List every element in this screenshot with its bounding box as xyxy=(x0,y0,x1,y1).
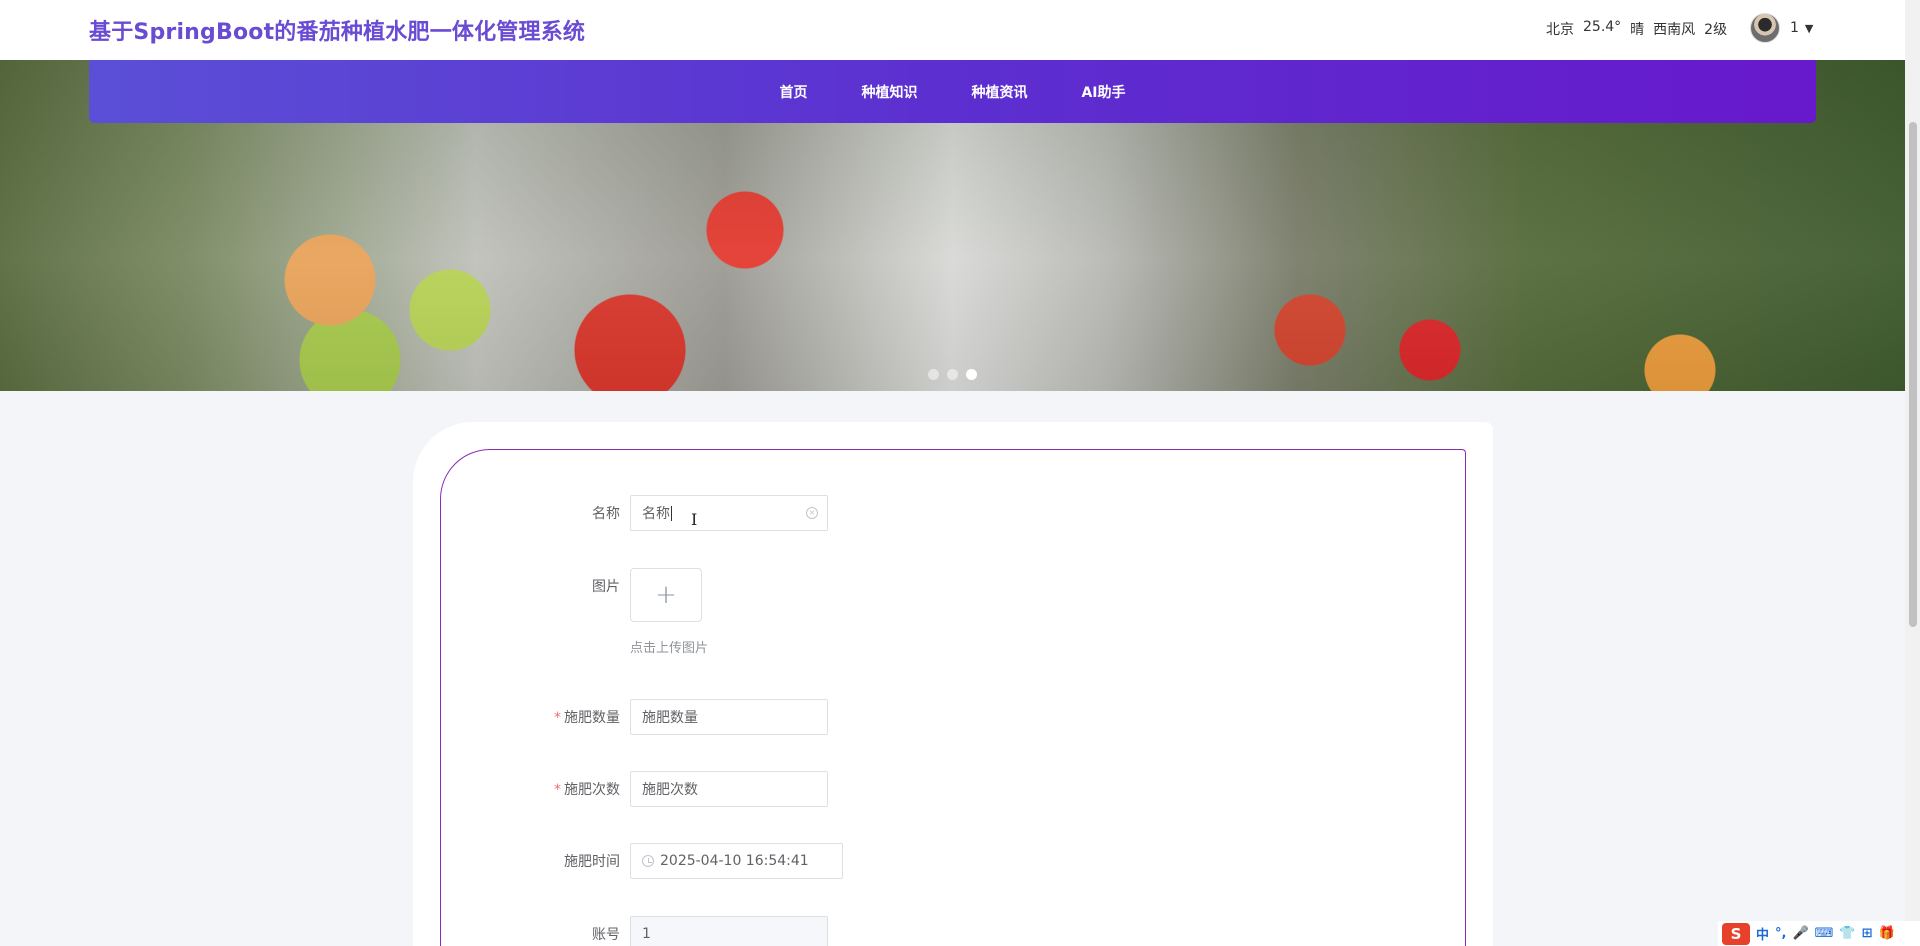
required-mark: * xyxy=(554,710,561,726)
i-beam-cursor-icon: I xyxy=(691,510,698,529)
account-value: 1 xyxy=(642,926,651,942)
text-caret xyxy=(671,505,672,521)
fertilizer-time-value: 2025-04-10 16:54:41 xyxy=(660,853,809,869)
weather-widget: 北京 25.4° 晴 西南风 2级 xyxy=(1546,19,1727,39)
upload-tip: 点击上传图片 xyxy=(630,641,709,656)
nav-item-news[interactable]: 种植资讯 xyxy=(944,82,1054,102)
gift-icon[interactable]: 🎁 xyxy=(1879,926,1895,941)
account-label: 账号 xyxy=(592,927,620,943)
image-label: 图片 xyxy=(592,579,620,595)
fertilizer-count-label: * 施肥次数 xyxy=(440,779,620,799)
top-header: 基于SpringBoot的番茄种植水肥一体化管理系统 北京 25.4° 晴 西南… xyxy=(0,0,1905,60)
carousel-indicators xyxy=(928,369,977,380)
weather-wind-level: 2级 xyxy=(1704,22,1728,38)
clock-icon xyxy=(642,855,654,867)
fertilizer-amount-placeholder: 施肥数量 xyxy=(642,710,698,726)
fertilizer-amount-label-text: 施肥数量 xyxy=(564,710,620,726)
clear-icon[interactable]: × xyxy=(806,507,818,519)
fertilizer-count-label-text: 施肥次数 xyxy=(564,782,620,798)
user-name[interactable]: 1 xyxy=(1790,20,1799,36)
ime-toolbar: S 中 °, 🎤 ⌨ 👕 ⊞ 🎁 xyxy=(1718,921,1920,946)
fertilizer-time-picker[interactable]: 2025-04-10 16:54:41 xyxy=(630,843,843,879)
page-scrollbar[interactable] xyxy=(1905,0,1920,946)
avatar[interactable] xyxy=(1750,13,1780,43)
weather-wind-direction: 西南风 xyxy=(1653,22,1696,38)
microphone-icon[interactable]: 🎤 xyxy=(1792,926,1808,941)
plus-icon: + xyxy=(655,580,677,610)
fertilizer-time-label: 施肥时间 xyxy=(564,854,620,870)
sogou-logo-icon[interactable]: S xyxy=(1722,922,1750,945)
carousel-dot-active[interactable] xyxy=(966,369,977,380)
fertilizer-amount-label: * 施肥数量 xyxy=(440,707,620,727)
carousel-dot[interactable] xyxy=(928,369,939,380)
fertilizer-count-placeholder: 施肥次数 xyxy=(642,782,698,798)
ime-punctuation-icon[interactable]: °, xyxy=(1775,926,1786,941)
site-title: 基于SpringBoot的番茄种植水肥一体化管理系统 xyxy=(89,20,586,45)
nav-item-home[interactable]: 首页 xyxy=(752,82,834,102)
user-menu[interactable]: 1 ▼ xyxy=(1750,13,1813,43)
weather-condition: 晴 xyxy=(1630,22,1645,38)
account-input: 1 xyxy=(630,916,828,946)
name-input[interactable]: 名称 × xyxy=(630,495,828,531)
main-nav: 首页 种植知识 种植资讯 AI助手 xyxy=(89,60,1816,123)
weather-city: 北京 xyxy=(1546,22,1574,38)
nav-item-ai-assistant[interactable]: AI助手 xyxy=(1054,82,1152,102)
weather-temperature: 25.4° xyxy=(1583,19,1622,35)
ime-chinese-mode[interactable]: 中 xyxy=(1756,924,1769,943)
required-mark: * xyxy=(554,782,561,798)
fertilizer-amount-input[interactable]: 施肥数量 xyxy=(630,699,828,735)
fertilizer-count-input[interactable]: 施肥次数 xyxy=(630,771,828,807)
form-card-border xyxy=(440,449,1466,946)
caret-down-icon[interactable]: ▼ xyxy=(1805,22,1813,35)
grid-icon[interactable]: ⊞ xyxy=(1862,926,1873,941)
scrollbar-thumb[interactable] xyxy=(1909,122,1917,627)
name-label: 名称 xyxy=(592,506,620,522)
name-input-value: 名称 xyxy=(642,506,670,522)
nav-item-knowledge[interactable]: 种植知识 xyxy=(834,82,944,102)
keyboard-icon[interactable]: ⌨ xyxy=(1815,926,1834,941)
skin-icon[interactable]: 👕 xyxy=(1839,926,1855,941)
carousel-dot[interactable] xyxy=(947,369,958,380)
image-upload-button[interactable]: + xyxy=(630,568,702,622)
